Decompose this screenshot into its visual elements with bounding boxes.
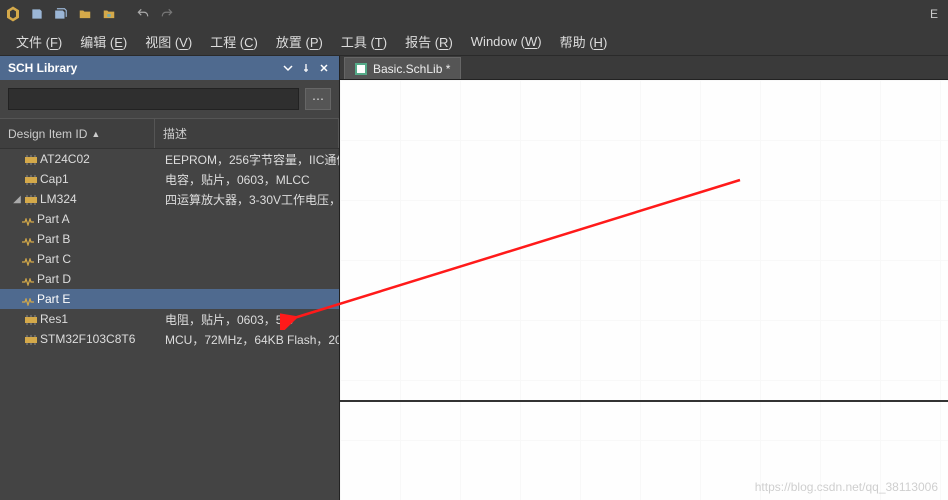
item-name: Part E (37, 292, 70, 306)
canvas-grid (340, 80, 948, 500)
part-icon (22, 215, 34, 223)
item-name: LM324 (40, 192, 77, 206)
tab-label: Basic.SchLib * (373, 62, 450, 76)
panel-dropdown-icon[interactable] (281, 61, 295, 75)
part-row[interactable]: Part B (0, 229, 339, 249)
menu-window[interactable]: Window (W) (463, 30, 550, 53)
item-desc: 四运算放大器，3-30V工作电压， (161, 191, 339, 208)
part-icon (22, 255, 34, 263)
panel-close-icon[interactable] (317, 61, 331, 75)
column-headers: Design Item ID▲ 描述 (0, 118, 339, 149)
component-icon (25, 314, 37, 324)
menu-tools[interactable]: 工具 (T) (333, 28, 395, 55)
component-row[interactable]: Res1 电阻，贴片，0603，5% (0, 309, 339, 329)
item-desc: 电容，贴片，0603，MLCC (161, 171, 339, 188)
menu-report[interactable]: 报告 (R) (397, 28, 461, 55)
part-icon (22, 275, 34, 283)
part-icon (22, 295, 34, 303)
search-input[interactable] (8, 88, 299, 110)
component-icon (25, 334, 37, 344)
menu-view[interactable]: 视图 (V) (137, 28, 200, 55)
open-folder-icon[interactable] (76, 5, 94, 23)
menu-place[interactable]: 放置 (P) (268, 28, 331, 55)
item-desc: EEPROM，256字节容量，IIC通信 (161, 151, 339, 168)
open-project-icon[interactable] (100, 5, 118, 23)
component-icon (25, 154, 37, 164)
redo-icon[interactable] (158, 5, 176, 23)
item-desc: 电阻，贴片，0603，5% (161, 311, 339, 328)
canvas-horizontal-axis (340, 400, 948, 402)
save-icon[interactable] (28, 5, 46, 23)
item-name: AT24C02 (40, 152, 90, 166)
schlib-doc-icon (355, 63, 367, 75)
panel-header: SCH Library (0, 56, 339, 80)
menu-bar: 文件 (F) 编辑 (E) 视图 (V) 工程 (C) 放置 (P) 工具 (T… (0, 28, 948, 56)
item-name: Cap1 (40, 172, 69, 186)
undo-icon[interactable] (134, 5, 152, 23)
document-tab[interactable]: Basic.SchLib * (344, 57, 461, 79)
item-name: Part A (37, 212, 70, 226)
watermark-text: https://blog.csdn.net/qq_38113006 (755, 480, 938, 494)
component-icon (25, 194, 37, 204)
item-name: Part D (37, 272, 71, 286)
sch-library-panel: SCH Library ⋯ Design Item ID▲ 描述 AT24C02… (0, 56, 340, 500)
component-row[interactable]: ◢ LM324 四运算放大器，3-30V工作电压， (0, 189, 339, 209)
component-icon (25, 174, 37, 184)
component-row[interactable]: AT24C02 EEPROM，256字节容量，IIC通信 (0, 149, 339, 169)
part-row[interactable]: Part D (0, 269, 339, 289)
part-row[interactable]: Part A (0, 209, 339, 229)
expander-icon[interactable]: ◢ (12, 194, 22, 205)
tab-bar: Basic.SchLib * (340, 56, 948, 80)
item-desc: MCU，72MHz，64KB Flash，20 (161, 331, 339, 348)
menu-project[interactable]: 工程 (C) (202, 28, 266, 55)
col-design-item[interactable]: Design Item ID▲ (0, 119, 155, 148)
app-logo-icon (4, 5, 22, 23)
save-all-icon[interactable] (52, 5, 70, 23)
menu-edit[interactable]: 编辑 (E) (72, 28, 135, 55)
component-row[interactable]: Cap1 电容，贴片，0603，MLCC (0, 169, 339, 189)
item-name: Res1 (40, 312, 68, 326)
schematic-canvas[interactable] (340, 80, 948, 500)
item-name: Part B (37, 232, 70, 246)
panel-pin-icon[interactable] (299, 61, 313, 75)
item-name: Part C (37, 252, 71, 266)
col-description[interactable]: 描述 (155, 119, 339, 148)
sort-asc-icon: ▲ (91, 129, 100, 139)
part-row[interactable]: Part C (0, 249, 339, 269)
editor-area: Basic.SchLib * (340, 56, 948, 500)
titlebar-right-text: E (930, 7, 944, 21)
title-bar: E (0, 0, 948, 28)
menu-help[interactable]: 帮助 (H) (552, 28, 616, 55)
item-name: STM32F103C8T6 (40, 332, 135, 346)
part-icon (22, 235, 34, 243)
panel-title: SCH Library (8, 61, 77, 75)
menu-file[interactable]: 文件 (F) (8, 28, 70, 55)
panel-search-row: ⋯ (0, 80, 339, 118)
part-row[interactable]: Part E (0, 289, 339, 309)
component-row[interactable]: STM32F103C8T6 MCU，72MHz，64KB Flash，20 (0, 329, 339, 349)
component-tree[interactable]: AT24C02 EEPROM，256字节容量，IIC通信 Cap1 电容，贴片，060… (0, 149, 339, 500)
browse-button[interactable]: ⋯ (305, 88, 331, 110)
